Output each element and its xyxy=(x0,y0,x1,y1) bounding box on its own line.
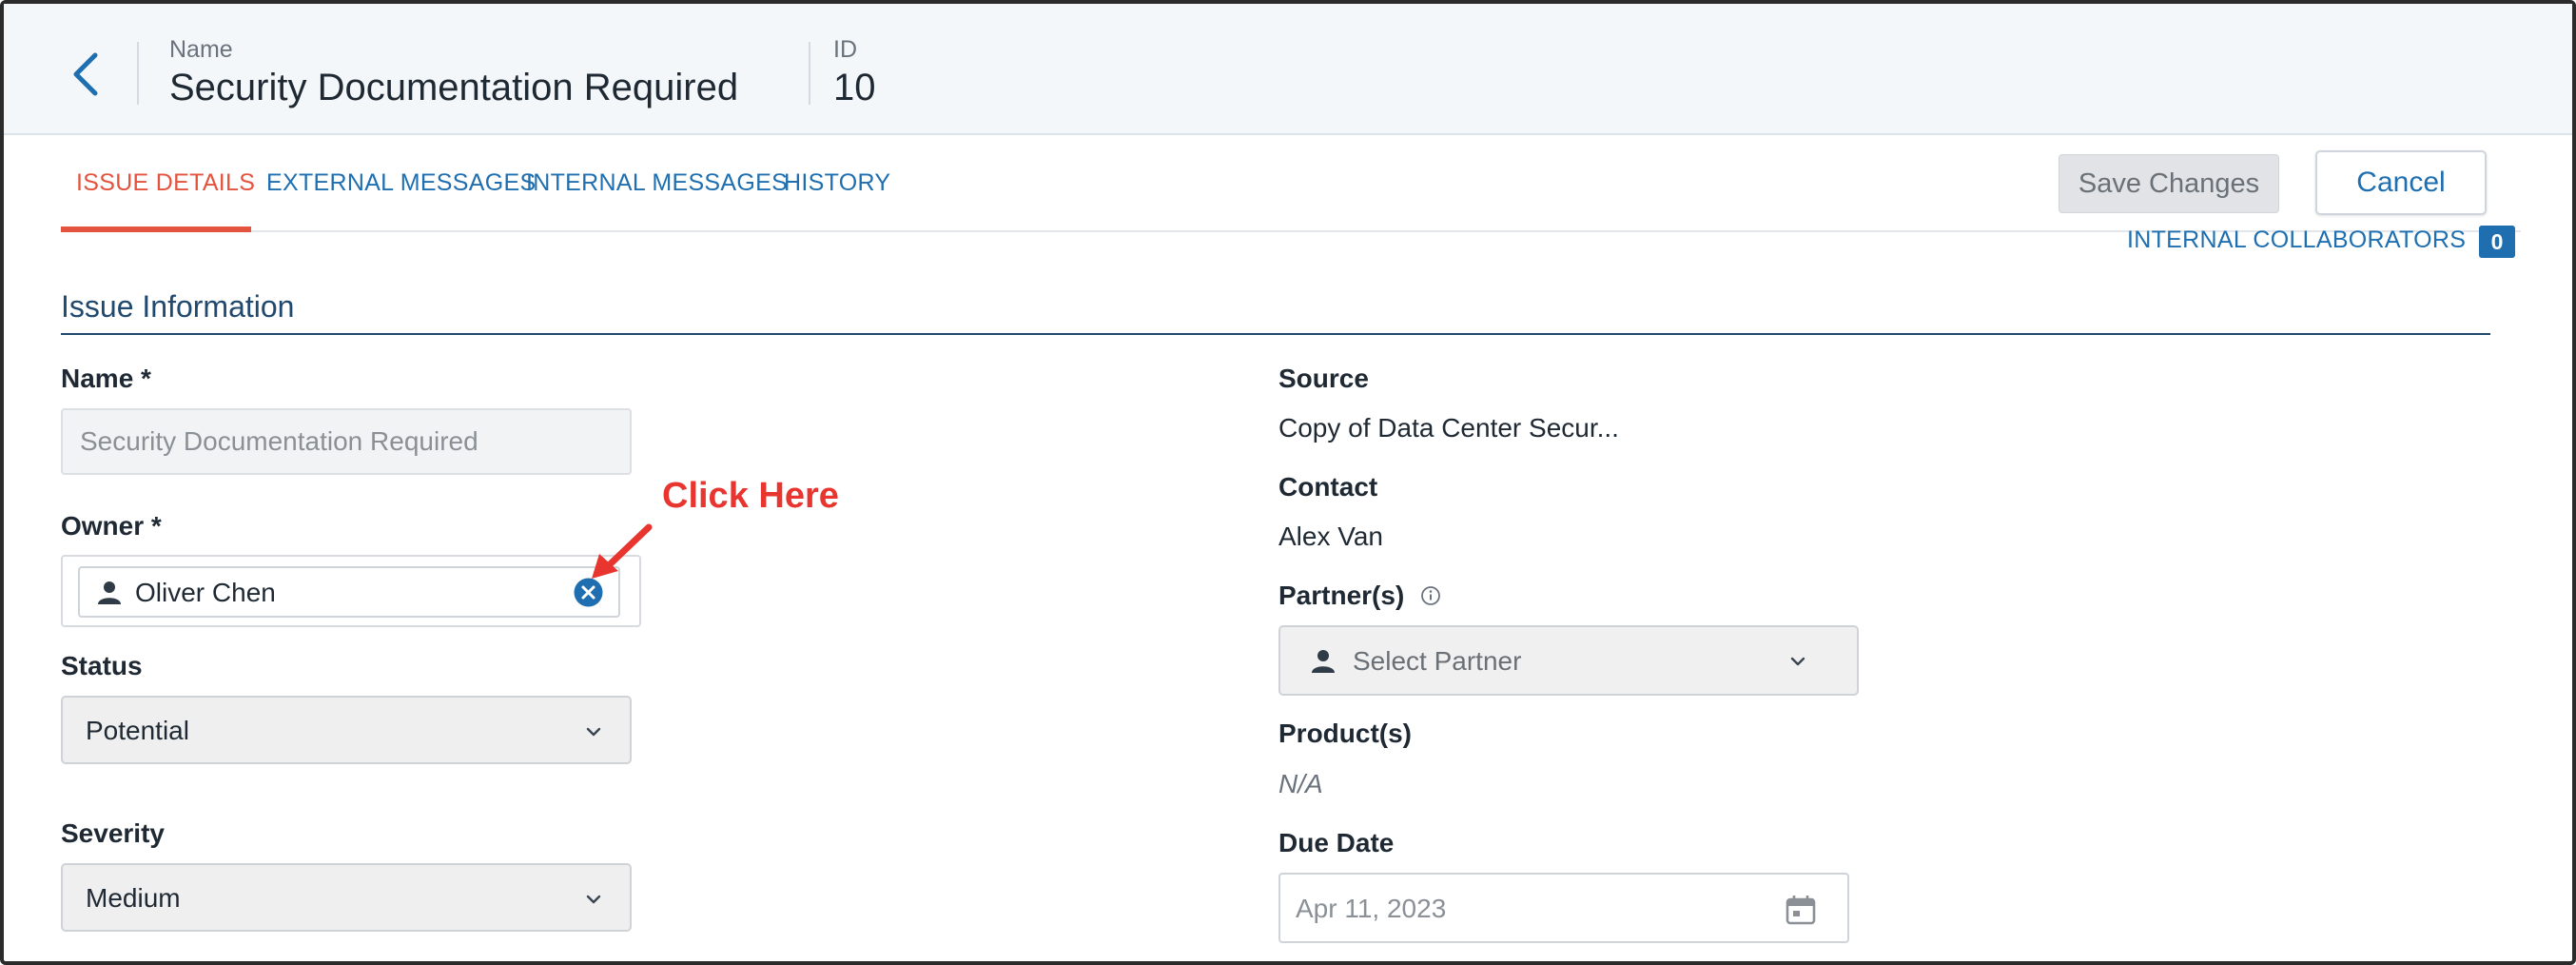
chevron-down-icon xyxy=(1790,657,1805,666)
partner-placeholder: Select Partner xyxy=(1353,646,1522,676)
name-field-label: Name * xyxy=(61,364,151,393)
chevron-down-icon xyxy=(586,895,601,904)
products-field-label: Product(s) xyxy=(1278,719,1412,748)
status-select[interactable]: Potential xyxy=(61,696,632,764)
active-tab-indicator xyxy=(61,226,251,232)
tab-history[interactable]: HISTORY xyxy=(784,169,890,197)
status-field-label: Status xyxy=(61,651,143,680)
partners-field-label: Partner(s) xyxy=(1278,581,1405,610)
source-value: Copy of Data Center Secur... xyxy=(1278,413,1619,443)
issue-id: 10 xyxy=(833,67,876,108)
contact-field-label: Contact xyxy=(1278,472,1378,502)
due-date-input[interactable]: Apr 11, 2023 xyxy=(1278,873,1849,943)
header-divider xyxy=(137,42,139,105)
severity-select[interactable]: Medium xyxy=(61,863,632,932)
click-here-annotation: Click Here xyxy=(662,476,839,516)
name-header-label: Name xyxy=(169,36,233,63)
due-date-placeholder: Apr 11, 2023 xyxy=(1296,894,1447,923)
due-date-field-label: Due Date xyxy=(1278,828,1395,857)
info-icon[interactable] xyxy=(1420,585,1441,606)
page-header: Name Security Documentation Required ID … xyxy=(4,4,2572,135)
owner-name: Oliver Chen xyxy=(135,578,276,607)
tab-external-messages[interactable]: EXTERNAL MESSAGES xyxy=(266,169,536,197)
internal-collaborators-link[interactable]: INTERNAL COLLABORATORS xyxy=(2127,226,2466,254)
user-icon xyxy=(98,581,121,604)
name-input[interactable]: Security Documentation Required xyxy=(61,408,632,475)
tab-issue-details[interactable]: ISSUE DETAILS xyxy=(76,169,255,197)
back-chevron-icon[interactable] xyxy=(65,48,108,101)
issue-title: Security Documentation Required xyxy=(169,67,739,108)
severity-field-label: Severity xyxy=(61,818,165,848)
save-changes-button[interactable]: Save Changes xyxy=(2059,154,2279,213)
partner-select[interactable]: Select Partner xyxy=(1278,625,1859,696)
owner-field-label: Owner * xyxy=(61,511,162,541)
tab-internal-messages[interactable]: INTERNAL MESSAGES xyxy=(526,169,788,197)
status-value: Potential xyxy=(86,716,189,745)
chevron-down-icon xyxy=(586,727,601,737)
section-title: Issue Information xyxy=(61,289,295,324)
header-divider xyxy=(809,42,810,105)
user-icon xyxy=(1312,650,1335,673)
annotation-arrow-icon xyxy=(592,523,653,579)
section-divider xyxy=(61,333,2490,335)
cancel-button[interactable]: Cancel xyxy=(2315,150,2487,215)
owner-chip: Oliver Chen xyxy=(78,566,620,618)
collaborators-count-badge: 0 xyxy=(2479,226,2515,258)
id-header-label: ID xyxy=(833,36,857,63)
severity-value: Medium xyxy=(86,883,181,913)
products-value: N/A xyxy=(1278,769,1323,798)
contact-value: Alex Van xyxy=(1278,522,1383,551)
source-field-label: Source xyxy=(1278,364,1369,393)
name-input-value: Security Documentation Required xyxy=(80,426,478,456)
owner-field[interactable]: Oliver Chen xyxy=(61,555,641,627)
calendar-icon[interactable] xyxy=(1785,894,1817,926)
